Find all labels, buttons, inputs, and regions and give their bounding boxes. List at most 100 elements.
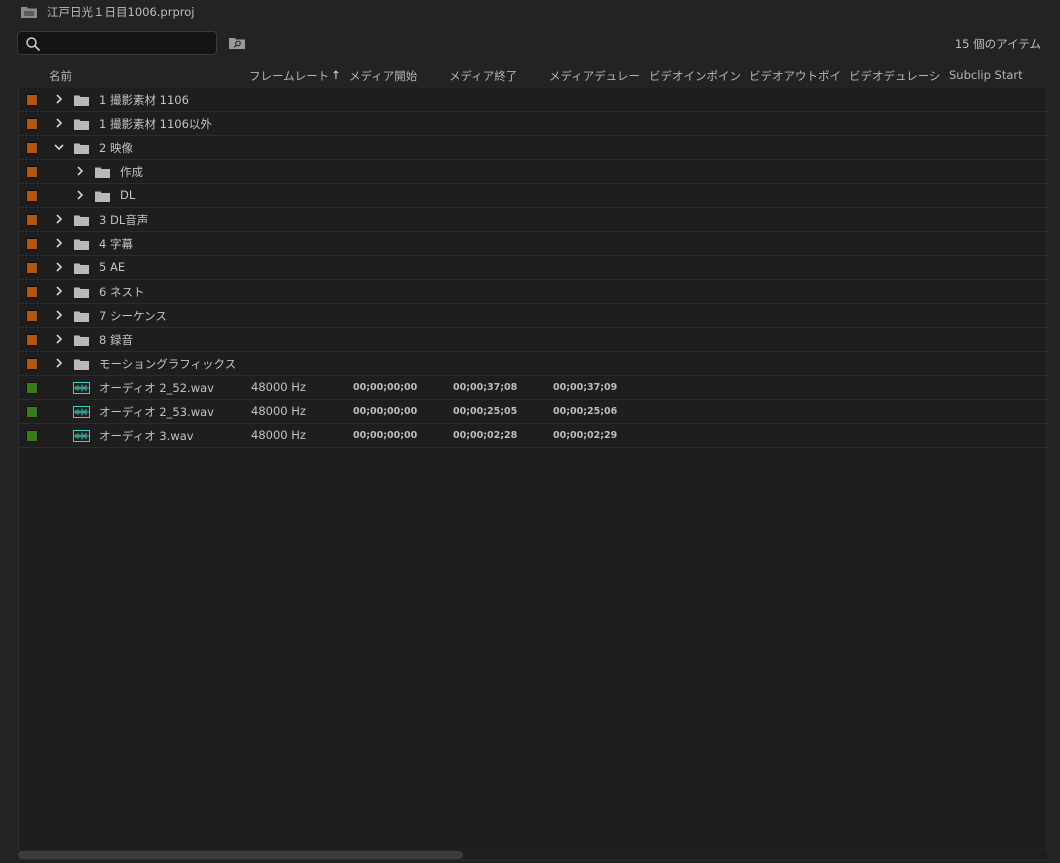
horizontal-scrollbar[interactable] — [18, 851, 1047, 859]
bin-row[interactable]: 1 撮影素材 1106以外 — [19, 112, 1048, 136]
column-header-video-duration[interactable]: ビデオデュレーシ — [849, 68, 945, 84]
bin-row[interactable]: 6 ネスト — [19, 280, 1048, 304]
label-color-swatch[interactable] — [26, 286, 38, 298]
item-name[interactable]: 8 録音 — [99, 332, 133, 348]
folder-icon — [74, 311, 89, 322]
folder-icon — [74, 359, 89, 370]
bin-row[interactable]: 作成 — [19, 160, 1048, 184]
audio-clip-row[interactable]: オーディオ 3.wav 48000 Hz 00;00;00;00 00;00;02;2… — [19, 424, 1048, 448]
search-icon — [26, 37, 41, 52]
item-name[interactable]: オーディオ 2_52.wav — [99, 380, 214, 396]
folder-icon — [74, 239, 89, 250]
column-header-name[interactable]: 名前 — [49, 68, 109, 84]
folder-icon — [74, 119, 89, 130]
column-header-video-out-point[interactable]: ビデオアウトポイ — [749, 68, 845, 84]
column-header-media-start[interactable]: メディア開始 — [349, 68, 445, 84]
media-start-cell: 00;00;00;00 — [353, 406, 418, 417]
sort-arrow-icon: ↑ — [331, 68, 341, 82]
folder-icon — [74, 335, 89, 346]
item-name[interactable]: 3 DL音声 — [99, 212, 148, 228]
label-color-swatch[interactable] — [26, 334, 38, 346]
bin-row[interactable]: 3 DL音声 — [19, 208, 1048, 232]
bin-row[interactable]: 5 AE — [19, 256, 1048, 280]
folder-icon — [74, 263, 89, 274]
bin-row[interactable]: 2 映像 — [19, 136, 1048, 160]
label-color-swatch[interactable] — [26, 214, 38, 226]
label-color-swatch[interactable] — [26, 238, 38, 250]
folder-icon — [74, 143, 89, 154]
label-color-swatch[interactable] — [26, 382, 38, 394]
folder-icon — [74, 287, 89, 298]
label-color-swatch[interactable] — [26, 118, 38, 130]
media-end-cell: 00;00;37;08 — [453, 382, 518, 393]
bin-row[interactable]: 7 シーケンス — [19, 304, 1048, 328]
media-start-cell: 00;00;00;00 — [353, 430, 418, 441]
folder-icon — [95, 191, 110, 202]
item-name[interactable]: 作成 — [120, 164, 143, 180]
media-duration-cell: 00;00;25;06 — [553, 406, 618, 417]
item-name[interactable]: モーショングラフィックス — [99, 356, 236, 372]
frame-rate-cell: 48000 Hz — [251, 380, 306, 394]
item-name[interactable]: 6 ネスト — [99, 284, 144, 300]
audio-waveform-icon — [73, 406, 90, 418]
item-name[interactable]: 5 AE — [99, 260, 125, 274]
frame-rate-cell: 48000 Hz — [251, 404, 306, 418]
chevron-right-icon[interactable] — [53, 213, 65, 225]
media-end-cell: 00;00;25;05 — [453, 406, 518, 417]
media-duration-cell: 00;00;37;09 — [553, 382, 618, 393]
chevron-right-icon[interactable] — [53, 309, 65, 321]
folder-icon — [74, 95, 89, 106]
bin-row[interactable]: 4 字幕 — [19, 232, 1048, 256]
column-header-video-in-point[interactable]: ビデオインポイン — [649, 68, 745, 84]
item-name[interactable]: 2 映像 — [99, 140, 133, 156]
label-color-swatch[interactable] — [26, 406, 38, 418]
project-panel: 江戸日光１日目1006.prproj 15 個のアイテム 名前 フレームレート … — [0, 0, 1060, 863]
item-name[interactable]: 4 字幕 — [99, 236, 133, 252]
bin-row[interactable]: 1 撮影素材 1106 — [19, 88, 1048, 112]
chevron-right-icon[interactable] — [53, 237, 65, 249]
item-count: 15 個のアイテム — [954, 37, 1041, 51]
column-header-subclip-start[interactable]: Subclip Start — [949, 68, 1045, 82]
folder-icon — [74, 215, 89, 226]
column-header-media-duration[interactable]: メディアデュレー — [549, 68, 645, 84]
chevron-right-icon[interactable] — [74, 165, 86, 177]
bin-row[interactable]: DL — [19, 184, 1048, 208]
chevron-down-icon[interactable] — [53, 141, 65, 153]
chevron-right-icon[interactable] — [74, 189, 86, 201]
project-title: 江戸日光１日目1006.prproj — [47, 5, 195, 19]
label-color-swatch[interactable] — [26, 190, 38, 202]
bin-row[interactable]: 8 録音 — [19, 328, 1048, 352]
chevron-right-icon[interactable] — [53, 261, 65, 273]
chevron-right-icon[interactable] — [53, 333, 65, 345]
item-name[interactable]: 7 シーケンス — [99, 308, 167, 324]
label-color-swatch[interactable] — [26, 358, 38, 370]
chevron-right-icon[interactable] — [53, 285, 65, 297]
label-color-swatch[interactable] — [26, 94, 38, 106]
audio-clip-row[interactable]: オーディオ 2_53.wav 48000 Hz 00;00;00;00 00;00;2… — [19, 400, 1048, 424]
column-header-media-end[interactable]: メディア終了 — [449, 68, 545, 84]
item-name[interactable]: 1 撮影素材 1106以外 — [99, 116, 212, 132]
item-name[interactable]: 1 撮影素材 1106 — [99, 92, 189, 108]
scrollbar-thumb[interactable] — [18, 851, 463, 859]
project-icon — [21, 7, 37, 18]
label-color-swatch[interactable] — [26, 262, 38, 274]
label-color-swatch[interactable] — [26, 430, 38, 442]
item-name[interactable]: オーディオ 3.wav — [99, 428, 194, 444]
chevron-right-icon[interactable] — [53, 117, 65, 129]
audio-waveform-icon — [73, 430, 90, 442]
panel-title-bar: 江戸日光１日目1006.prproj — [0, 0, 1060, 24]
column-header-frame-rate[interactable]: フレームレート — [249, 68, 329, 84]
bin-row[interactable]: モーショングラフィックス — [19, 352, 1048, 376]
search-box[interactable] — [17, 31, 217, 55]
label-color-swatch[interactable] — [26, 142, 38, 154]
label-color-swatch[interactable] — [26, 166, 38, 178]
item-name[interactable]: DL — [120, 188, 135, 202]
label-color-swatch[interactable] — [26, 310, 38, 322]
item-name[interactable]: オーディオ 2_53.wav — [99, 404, 214, 420]
media-duration-cell: 00;00;02;29 — [553, 430, 618, 441]
chevron-right-icon[interactable] — [53, 93, 65, 105]
new-bin-icon[interactable] — [229, 37, 245, 49]
search-input[interactable] — [46, 34, 211, 52]
audio-clip-row[interactable]: オーディオ 2_52.wav 48000 Hz 00;00;00;00 00;00;3… — [19, 376, 1048, 400]
chevron-right-icon[interactable] — [53, 357, 65, 369]
